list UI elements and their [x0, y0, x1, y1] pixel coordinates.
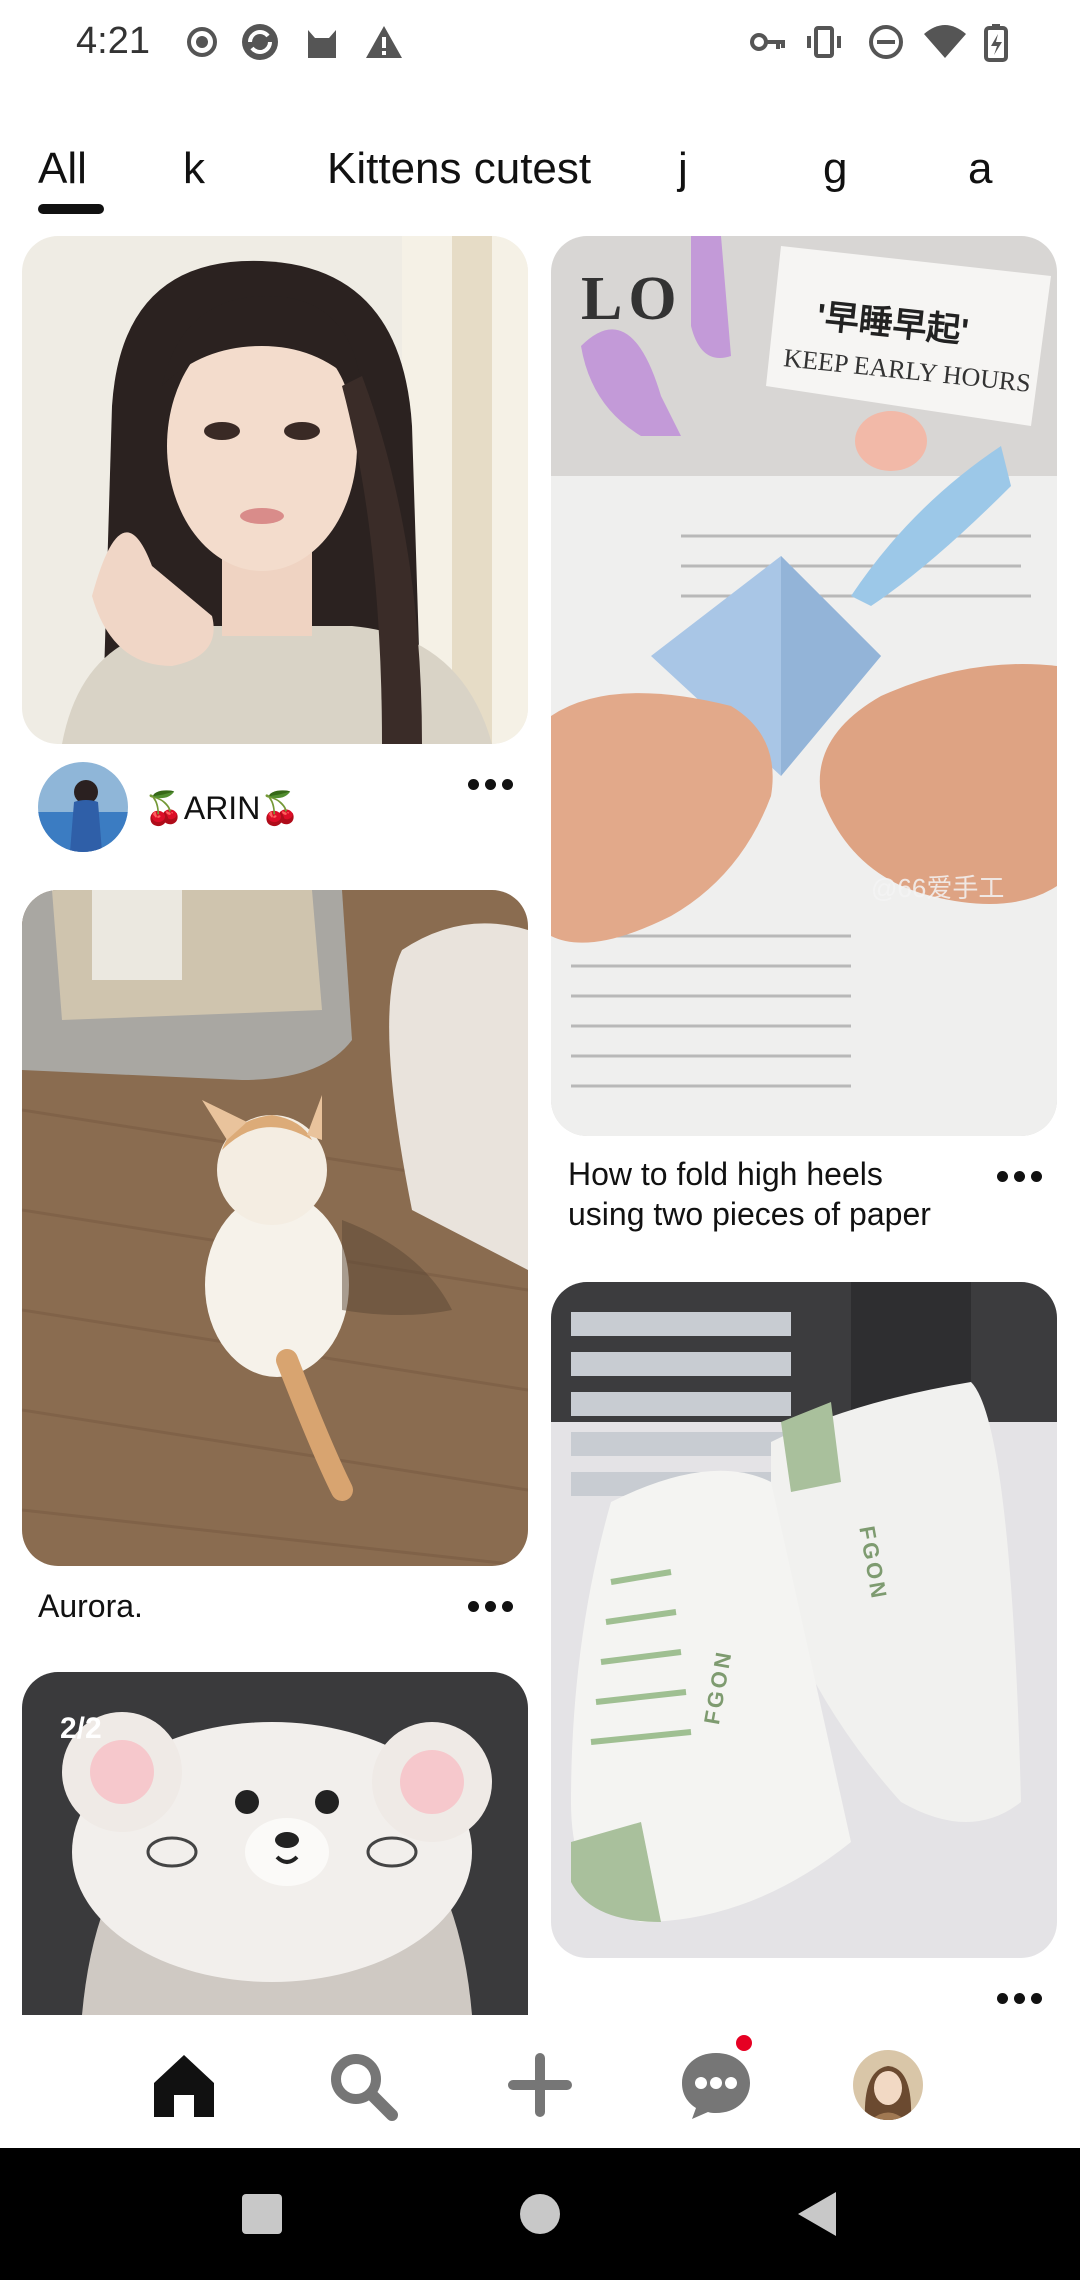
cat-app-icon — [308, 30, 336, 58]
more-options-icon[interactable] — [466, 774, 516, 794]
tab-g[interactable]: g — [823, 144, 847, 194]
board-tabs: All k Kittens cutest j g a — [0, 130, 1080, 230]
status-bar: 4:21 — [0, 0, 1080, 90]
wifi-icon — [924, 25, 966, 58]
home-icon[interactable] — [144, 2045, 224, 2125]
tab-kittens-cutest[interactable]: Kittens cutest — [327, 144, 591, 194]
recents-icon[interactable] — [240, 2192, 284, 2236]
image-brand-text: LO — [581, 265, 683, 333]
warning-icon — [366, 26, 402, 58]
more-options-icon[interactable] — [466, 1596, 516, 1616]
more-options-icon[interactable] — [995, 1988, 1045, 2008]
tab-all[interactable]: All — [38, 144, 87, 194]
pin-image-paper-heels[interactable]: LO '早睡早起' KEEP EARLY HOURS @66爱手工 — [551, 236, 1057, 1136]
tab-j[interactable]: j — [678, 144, 688, 194]
home-button-icon[interactable] — [518, 2192, 562, 2236]
battery-charging-icon — [984, 24, 1008, 62]
plus-icon[interactable] — [500, 2045, 580, 2125]
back-icon[interactable] — [796, 2190, 840, 2238]
status-time: 4:21 — [76, 20, 150, 62]
tab-a[interactable]: a — [968, 144, 992, 194]
carousel-count-badge: 2/2 — [60, 1712, 102, 1745]
tab-k[interactable]: k — [183, 144, 205, 194]
pin-author-avatar[interactable] — [38, 762, 128, 852]
more-options-icon[interactable] — [995, 1166, 1045, 1186]
pin-title-line-2: using two pieces of paper — [568, 1196, 931, 1232]
image-watermark: @66爱手工 — [871, 873, 1005, 903]
system-navigation-bar — [0, 2148, 1080, 2280]
pin-title-line-1: How to fold high heels — [568, 1156, 883, 1192]
pin-title[interactable]: How to fold high heels using two pieces … — [568, 1154, 931, 1234]
pin-author-name[interactable]: 🍒ARIN🍒 — [144, 788, 300, 828]
record-icon — [187, 27, 217, 57]
bottom-navigation — [0, 2015, 1080, 2145]
chat-notification-dot — [736, 2035, 752, 2051]
sync-app-icon — [242, 24, 278, 60]
chat-icon[interactable] — [676, 2045, 756, 2125]
pin-image-bear-hat-cat[interactable]: 2/2 — [22, 1672, 528, 2015]
pin-title[interactable]: Aurora. — [38, 1586, 143, 1626]
pin-image-sneakers[interactable]: FGON FGON — [551, 1282, 1057, 1958]
pin-image-portrait[interactable] — [22, 236, 528, 744]
pin-image-kitten[interactable] — [22, 890, 528, 1566]
profile-avatar[interactable] — [853, 2050, 923, 2120]
search-icon[interactable] — [322, 2045, 402, 2125]
do-not-disturb-icon — [869, 25, 903, 59]
vibrate-icon — [807, 26, 841, 58]
tab-selected-indicator — [38, 204, 104, 214]
vpn-key-icon — [750, 33, 785, 51]
